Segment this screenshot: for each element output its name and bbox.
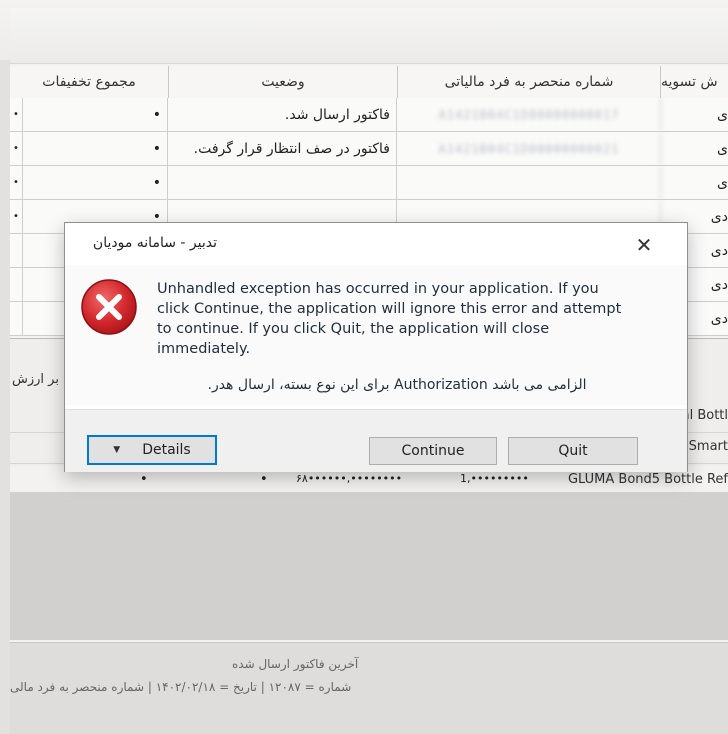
amount-cell: ۶۸••••••,•••••••• bbox=[296, 472, 403, 485]
table-row[interactable]: • • ی bbox=[10, 166, 728, 200]
details-label: Details bbox=[142, 442, 191, 458]
error-message: Unhandled exception has occurred in your… bbox=[157, 281, 622, 357]
cell-dot: • bbox=[140, 472, 148, 487]
column-header-discounts[interactable]: مجموع تخفیفات bbox=[10, 66, 169, 99]
close-icon[interactable]: ✕ bbox=[630, 231, 658, 259]
details-button[interactable]: ▼ Details bbox=[87, 435, 217, 465]
cell-dot: • bbox=[260, 472, 268, 487]
column-header-status[interactable]: وضعیت bbox=[169, 66, 398, 99]
last-invoice-title: آخرین فاکتور ارسال شده bbox=[232, 657, 359, 671]
last-invoice-info: شماره = ۱۲۰۸۷ | تاریخ = ۱۴۰۲/۰۲/۱۸ | شما… bbox=[10, 680, 352, 694]
status-cell: فاکتور در صف انتظار قرار گرفت. bbox=[169, 132, 397, 165]
continue-label: Continue bbox=[401, 443, 465, 459]
empty-area bbox=[10, 492, 728, 640]
error-icon bbox=[81, 279, 137, 335]
discount-cell: • bbox=[22, 166, 168, 199]
header-label: شماره منحصر به فرد مالیاتی bbox=[444, 74, 614, 90]
error-detail: الزامی می باشد Authorization برای این نو… bbox=[207, 377, 587, 393]
product-name: GLUMA Bond5 Bottle Ref bbox=[567, 472, 728, 487]
quit-label: Quit bbox=[558, 443, 588, 459]
error-dialog: تدبیر - سامانه مودیان ✕ Unhandled except… bbox=[64, 222, 688, 472]
header-label: وضعیت bbox=[261, 74, 305, 90]
dialog-titlebar[interactable]: تدبیر - سامانه مودیان ✕ bbox=[65, 223, 687, 265]
tax-id-cell: A1421B04C1D00000000017 bbox=[398, 98, 661, 131]
tax-id-cell: A1421B04C1D00000000021 bbox=[398, 132, 661, 165]
settlement-cell: ی bbox=[717, 106, 728, 123]
column-header-settlement[interactable]: ش تسویه bbox=[661, 66, 728, 99]
header-label: ش تسویه bbox=[661, 74, 718, 90]
chevron-down-icon: ▼ bbox=[113, 445, 121, 455]
table-row[interactable]: • • فاکتور ارسال شد. A1421B04C1D00000000017… bbox=[10, 98, 728, 132]
table-row[interactable]: • • فاکتور در صف انتظار قرار گرفت. A1421B04… bbox=[10, 132, 728, 166]
settlement-cell: ی bbox=[717, 174, 728, 191]
settlement-cell: ی bbox=[717, 140, 728, 157]
header-label: مجموع تخفیفات bbox=[42, 74, 136, 90]
discount-cell: • bbox=[22, 132, 168, 165]
toolbar-strip bbox=[10, 8, 728, 64]
status-cell bbox=[169, 166, 397, 199]
continue-button[interactable]: Continue bbox=[369, 437, 497, 465]
discount-cell: • bbox=[22, 98, 168, 131]
amount-cell: 1,••••••••• bbox=[460, 472, 529, 485]
status-cell: فاکتور ارسال شد. bbox=[169, 98, 397, 131]
dialog-title: تدبیر - سامانه مودیان bbox=[92, 235, 217, 251]
column-header-tax-id[interactable]: شماره منحصر به فرد مالیاتی bbox=[398, 66, 661, 99]
tax-id-cell bbox=[398, 166, 661, 199]
quit-button[interactable]: Quit bbox=[508, 437, 638, 465]
